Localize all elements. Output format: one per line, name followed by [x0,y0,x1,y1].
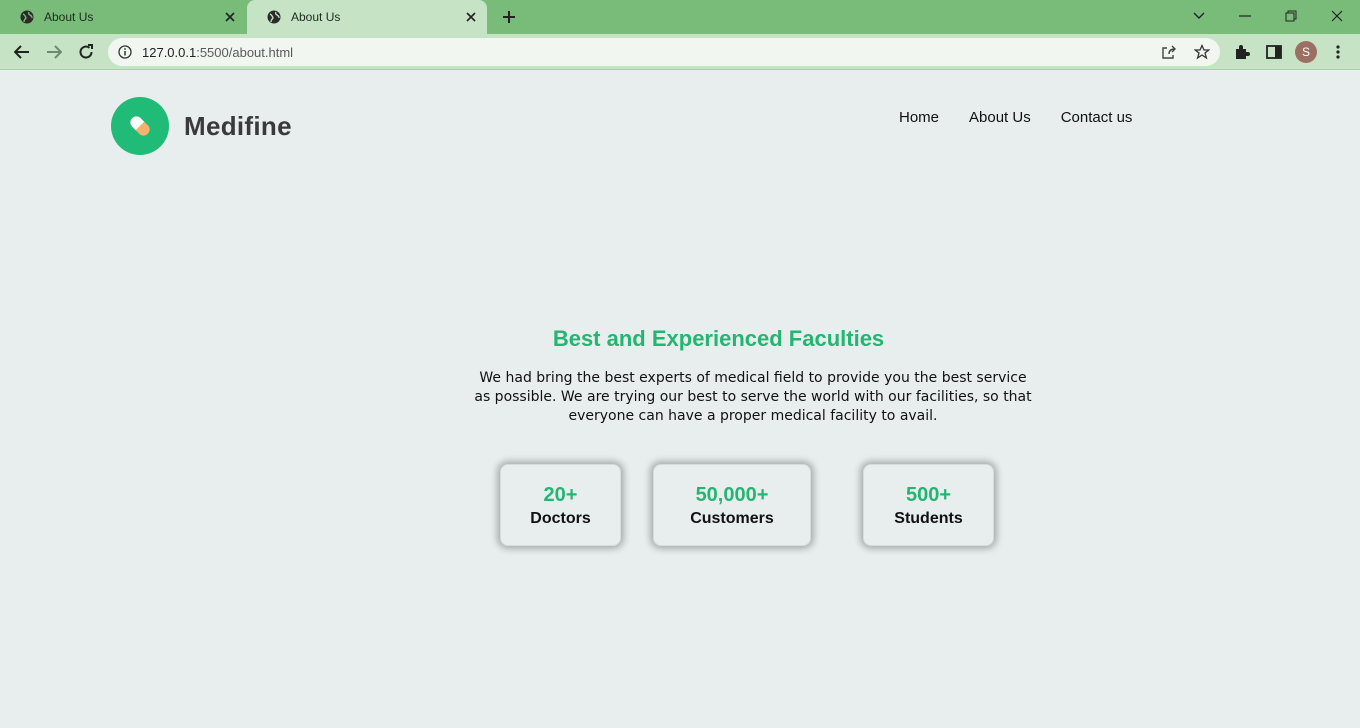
browser-toolbar: 127.0.0.1:5500/about.html S [0,34,1360,70]
nav-home[interactable]: Home [899,109,939,126]
back-icon[interactable] [11,42,33,62]
browser-tab-active[interactable]: About Us [247,0,487,34]
extensions-icon[interactable] [1233,43,1251,61]
browser-tab[interactable]: About Us [0,0,246,34]
close-window-icon[interactable] [1327,6,1347,26]
share-icon[interactable] [1161,44,1177,60]
tab-title: About Us [291,10,341,24]
side-panel-icon[interactable] [1265,43,1283,61]
main-nav: Home About Us Contact us [899,109,1132,126]
stat-card-doctors: 20+ Doctors [500,464,621,546]
nav-contact-us[interactable]: Contact us [1061,109,1133,126]
globe-icon [20,10,34,24]
site-info-icon[interactable] [118,45,132,59]
menu-kebab-icon[interactable] [1329,43,1347,61]
profile-avatar[interactable]: S [1295,41,1317,63]
stat-card-students: 500+ Students [863,464,994,546]
close-tab-icon[interactable] [222,9,238,25]
new-tab-button[interactable] [499,8,519,26]
address-bar[interactable]: 127.0.0.1:5500/about.html [108,38,1220,66]
restore-icon[interactable] [1281,6,1301,26]
section-heading: Best and Experienced Faculties [552,326,885,351]
stat-label: Doctors [530,510,591,527]
brand-name: Medifine [184,110,292,141]
section-description: We had bring the best experts of medical… [474,370,1032,424]
forward-icon[interactable] [43,42,65,62]
minimize-icon[interactable] [1235,6,1255,26]
stat-value: 50,000+ [695,484,769,506]
globe-icon [267,10,281,24]
stat-card-customers: 50,000+ Customers [653,464,811,546]
stat-label: Students [894,510,963,527]
stat-label: Customers [690,510,774,527]
tab-title: About Us [44,10,94,24]
bookmark-star-icon[interactable] [1194,44,1210,60]
nav-about-us[interactable]: About Us [969,109,1031,126]
url-text: 127.0.0.1:5500/about.html [142,45,294,60]
reload-icon[interactable] [75,42,97,62]
site-logo[interactable]: Medifine [111,97,292,155]
stat-value: 20+ [543,484,578,506]
close-tab-icon[interactable] [463,9,479,25]
pill-icon [111,97,169,155]
stat-value: 500+ [905,484,952,506]
tab-search-icon[interactable] [1189,6,1209,26]
tab-strip: About Us About Us [0,0,1360,34]
